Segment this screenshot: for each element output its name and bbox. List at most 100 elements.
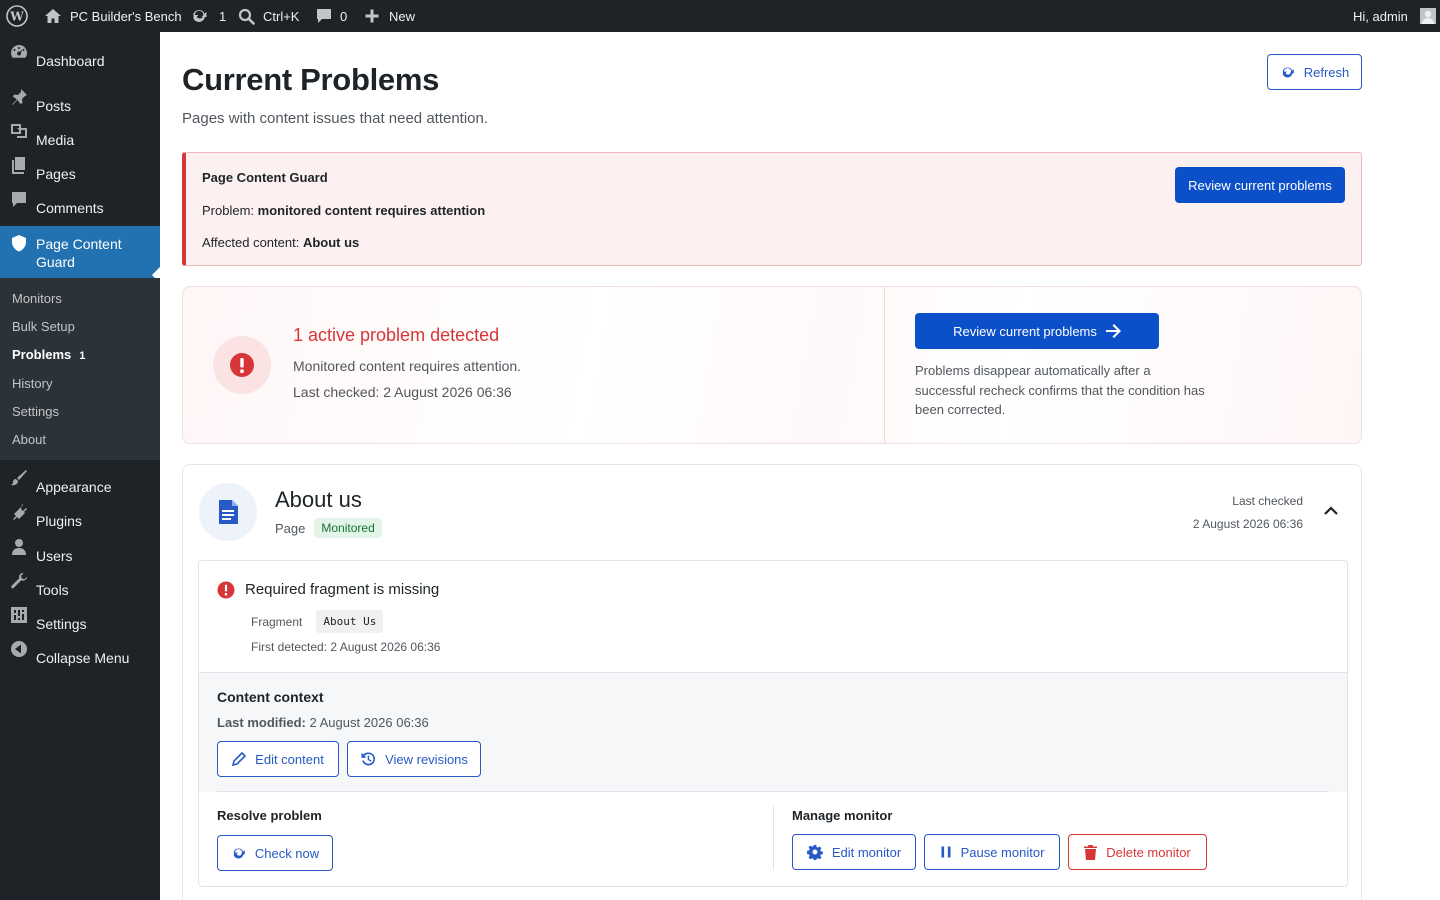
search-icon xyxy=(238,8,255,25)
edit-content-button[interactable]: Edit content xyxy=(217,741,339,777)
view-revisions-button[interactable]: View revisions xyxy=(347,741,481,777)
resolve-heading: Resolve problem xyxy=(217,808,322,823)
sidebar-item-label: Dashboard xyxy=(36,53,105,69)
notice-problem-line: Problem: monitored content requires atte… xyxy=(202,203,485,218)
updates-icon xyxy=(190,7,208,25)
submenu-item-history[interactable]: History xyxy=(12,375,52,393)
notice-problem-text: monitored content requires attention xyxy=(257,203,486,218)
pause-monitor-button[interactable]: Pause monitor xyxy=(924,834,1060,870)
page-subtitle: Pages with content issues that need atte… xyxy=(182,110,489,127)
admin-bar: W PC Builder's Bench 1 Ctrl+K 0 New Hi, … xyxy=(0,0,1440,32)
summary-review-button[interactable]: Review current problems xyxy=(915,313,1159,349)
comment-icon xyxy=(9,189,29,209)
gear-icon xyxy=(806,844,823,860)
item-title: About us xyxy=(275,487,362,512)
site-name-link[interactable]: PC Builder's Bench xyxy=(44,0,182,32)
check-now-label: Check now xyxy=(254,845,320,861)
page-icon-badge xyxy=(199,483,257,541)
admin-sidebar: Dashboard Posts Media Pages Comments Pag… xyxy=(0,32,160,900)
updates-count: 1 xyxy=(219,8,227,24)
collapse-icon xyxy=(9,639,29,659)
summary-headline: 1 active problem detected xyxy=(293,325,500,345)
refresh-label: Refresh xyxy=(1303,64,1350,80)
fragment-row: Fragment About Us xyxy=(251,610,384,633)
history-icon xyxy=(360,751,376,767)
edit-monitor-label: Edit monitor xyxy=(831,844,902,860)
context-heading: Content context xyxy=(217,689,324,705)
notice-affected-line: Affected content: About us xyxy=(202,235,359,250)
submenu-item-monitors[interactable]: Monitors xyxy=(12,290,62,308)
submenu-item-bulk-setup[interactable]: Bulk Setup xyxy=(12,318,75,336)
wrench-icon xyxy=(9,571,29,591)
notice-review-button[interactable]: Review current problems xyxy=(1175,167,1345,203)
dashboard-icon xyxy=(9,42,29,62)
action-divider xyxy=(773,806,774,870)
submenu: Monitors Bulk Setup Problems 1 History Se… xyxy=(0,278,160,460)
updates-link[interactable]: 1 xyxy=(190,0,226,32)
item-last-checked-value: 2 August 2026 06:36 xyxy=(1192,517,1303,531)
sidebar-item-label: Settings xyxy=(36,616,87,632)
submenu-item-settings[interactable]: Settings xyxy=(12,403,59,421)
status-badge: Monitored xyxy=(314,518,382,538)
summary-review-label: Review current problems xyxy=(953,323,1097,339)
new-content-link[interactable]: New xyxy=(364,0,415,32)
sidebar-item-label: Posts xyxy=(36,98,72,114)
sliders-icon xyxy=(9,605,29,625)
wordpress-logo-icon[interactable]: W xyxy=(6,0,28,32)
svg-text:W: W xyxy=(9,10,24,24)
notice-plugin-name: Page Content Guard xyxy=(202,170,328,185)
arrow-right-icon xyxy=(1105,324,1121,338)
summary-divider xyxy=(884,287,885,443)
item-type: Page xyxy=(275,520,306,536)
pencil-icon xyxy=(232,752,247,766)
sidebar-item-label: Page Content Guard xyxy=(36,236,122,270)
sidebar-item-page-content-guard[interactable]: Page Content Guard xyxy=(0,226,160,278)
fragment-label: Fragment xyxy=(251,614,303,629)
plus-icon xyxy=(364,8,380,24)
manage-heading: Manage monitor xyxy=(792,808,893,823)
problem-notice: Page Content Guard Problem: monitored co… xyxy=(182,152,1362,266)
search-shortcut: Ctrl+K xyxy=(263,8,300,24)
refresh-button[interactable]: Refresh xyxy=(1267,54,1362,90)
notice-problem-prefix: Problem: xyxy=(202,203,258,218)
problems-count-badge: 1 xyxy=(79,350,86,362)
delete-monitor-label: Delete monitor xyxy=(1106,844,1191,860)
comments-count: 0 xyxy=(340,8,348,24)
pin-icon xyxy=(9,87,29,107)
alert-badge xyxy=(213,336,271,394)
edit-monitor-button[interactable]: Edit monitor xyxy=(792,834,916,870)
item-last-checked-label: Last checked xyxy=(1232,494,1303,508)
error-icon xyxy=(217,581,235,599)
media-icon xyxy=(9,121,29,141)
sidebar-item-label: Users xyxy=(36,548,73,564)
sidebar-item-label: Appearance xyxy=(36,479,112,495)
edit-content-label: Edit content xyxy=(255,751,324,767)
comments-link[interactable]: 0 xyxy=(316,0,347,32)
submenu-item-problems[interactable]: Problems 1 xyxy=(12,346,85,365)
new-label: New xyxy=(389,8,416,24)
sidebar-item-label: Media xyxy=(36,132,75,148)
notice-affected-text: About us xyxy=(302,235,360,250)
problem-item-card: About us Page Monitored Last checked 2 A… xyxy=(182,464,1362,900)
submenu-item-label: Problems xyxy=(12,347,72,362)
submenu-item-about[interactable]: About xyxy=(12,431,46,449)
notice-affected-prefix: Affected content: xyxy=(202,235,303,250)
last-modified-label: Last modified: xyxy=(217,715,306,730)
alert-icon xyxy=(229,352,255,378)
problem-summary-card: 1 active problem detected Monitored cont… xyxy=(182,286,1362,444)
account-link[interactable]: Hi, admin xyxy=(1353,0,1436,32)
delete-monitor-button[interactable]: Delete monitor xyxy=(1068,834,1207,870)
plugin-icon xyxy=(9,502,29,522)
check-now-button[interactable]: Check now xyxy=(217,835,333,871)
shield-icon xyxy=(9,233,29,253)
content-context-section: Content context Last modified: 2 August … xyxy=(199,672,1347,792)
sidebar-item-label: Tools xyxy=(36,582,69,598)
brush-icon xyxy=(9,468,29,488)
sidebar-item-label: Collapse Menu xyxy=(36,650,130,666)
pause-monitor-label: Pause monitor xyxy=(960,844,1045,860)
comment-icon xyxy=(316,8,332,24)
search-link[interactable]: Ctrl+K xyxy=(238,0,299,32)
summary-help-line: successful recheck confirms that the con… xyxy=(915,382,1205,398)
problem-detail-box: Required fragment is missing Fragment Ab… xyxy=(198,560,1348,887)
collapse-toggle-button[interactable] xyxy=(1323,503,1339,519)
